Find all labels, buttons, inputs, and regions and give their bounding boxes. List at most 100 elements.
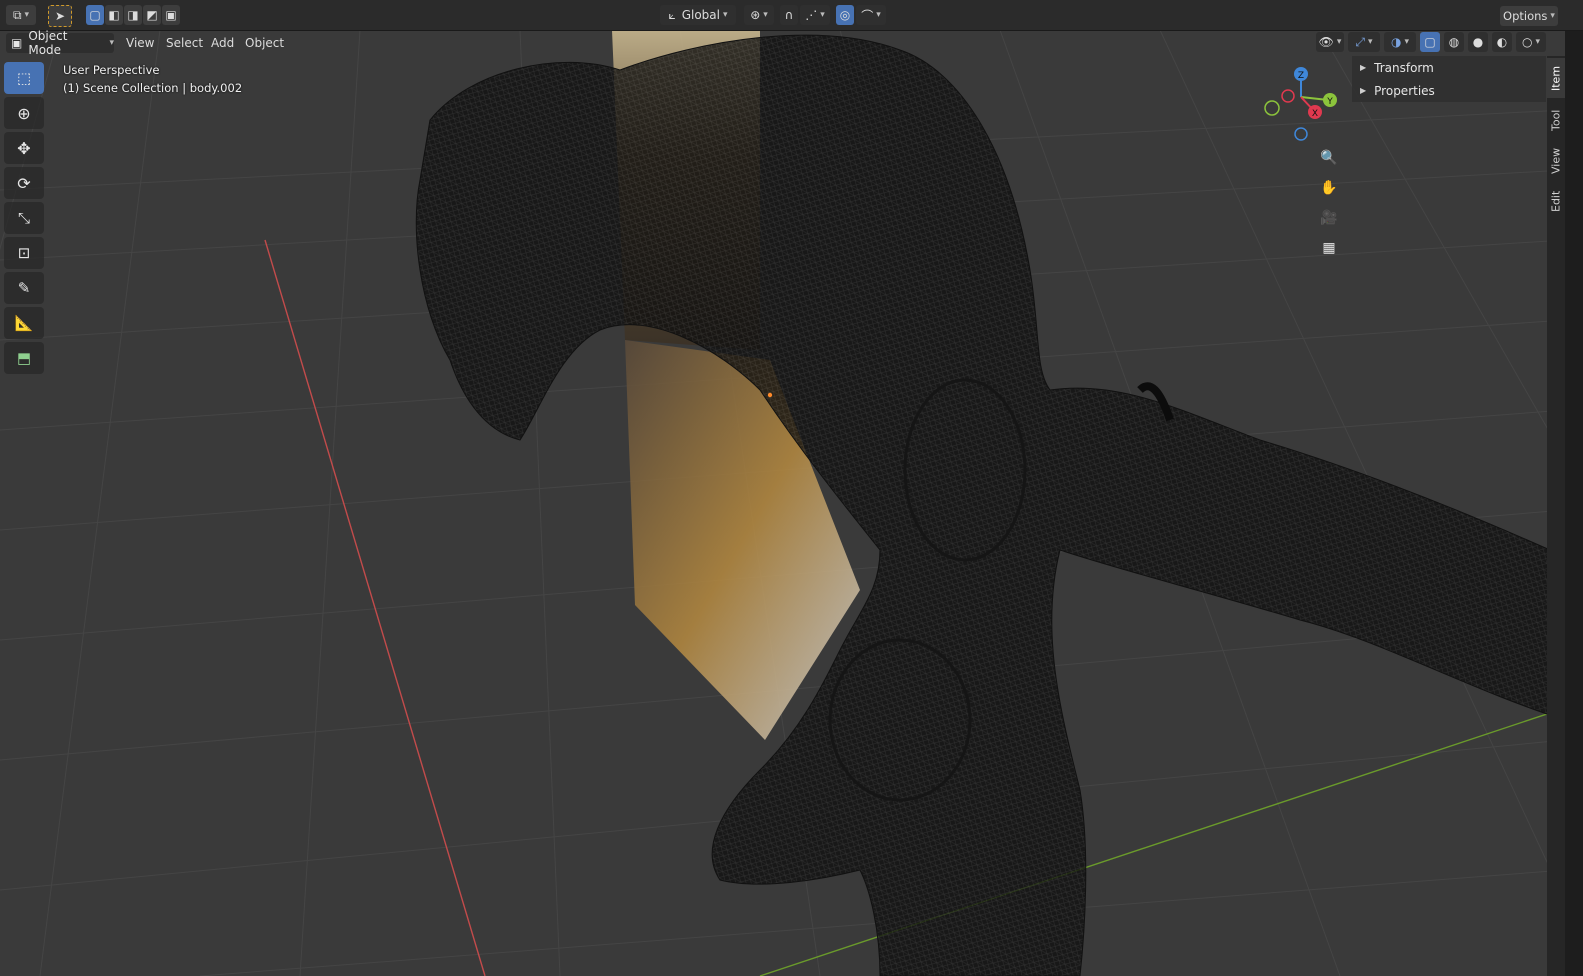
proportional-edit-toggle[interactable]: ◎	[836, 5, 854, 25]
select-box-icon: ⬚	[16, 69, 32, 87]
editor-type-icon: ⧉	[12, 7, 22, 22]
ruler-icon: 📐	[14, 314, 34, 332]
sidebar-tabs: Item Tool View Edit	[1547, 56, 1565, 976]
viewport-scene	[0, 30, 1565, 976]
menu-object[interactable]: Object	[239, 34, 290, 52]
camera-icon: 🎥	[1320, 210, 1338, 226]
sidebar-panel: ▶ Transform ▶ Properties	[1352, 56, 1546, 102]
grid-perspective-icon: ▦	[1322, 240, 1336, 256]
tab-view[interactable]: View	[1547, 142, 1565, 180]
pivot-point-dropdown[interactable]: ⊛ ▾	[744, 5, 774, 25]
solid-shading-icon: ●	[1472, 35, 1484, 49]
pivot-icon: ⊛	[750, 8, 761, 22]
rendered-shading-icon: ○	[1521, 35, 1533, 49]
select-tool-button[interactable]: ➤	[48, 5, 72, 27]
scale-tool[interactable]: ⤡	[4, 202, 44, 234]
options-label: Options	[1503, 9, 1548, 23]
overlays-icon: ◑	[1390, 35, 1402, 49]
shading-rendered-button[interactable]: ○ ▾	[1516, 32, 1546, 52]
pencil-icon: ✎	[17, 279, 31, 297]
object-mode-icon: ▣	[11, 36, 23, 50]
eye-icon: 👁	[1318, 35, 1334, 49]
3d-viewport[interactable]	[0, 30, 1565, 976]
select-extend-mode-button[interactable]: ◧	[105, 5, 123, 25]
select-invert-mode-button[interactable]: ◩	[143, 5, 161, 25]
tool-settings-bar: ⧉ ▾ ➤ ▢ ◧ ◨ ◩ ▣ ⟀ Global ▾ ⊛ ▾ ∩ ⋰ ▾ ◎ ⌒ ▾ Op…	[0, 0, 1583, 31]
mode-subtract-icon: ◨	[127, 8, 139, 22]
options-dropdown[interactable]: Options ▾	[1500, 6, 1558, 26]
move-tool[interactable]: ✥	[4, 132, 44, 164]
transform-orientation-dropdown[interactable]: ⟀ Global ▾	[660, 5, 736, 25]
tab-item[interactable]: Item	[1547, 58, 1565, 98]
select-subtract-mode-button[interactable]: ◨	[124, 5, 142, 25]
expand-triangle-icon: ▶	[1360, 63, 1367, 72]
snap-target-dropdown[interactable]: ⋰ ▾	[800, 5, 830, 25]
xray-toggle[interactable]: ▢	[1420, 32, 1440, 52]
falloff-dropdown[interactable]: ⌒ ▾	[856, 5, 886, 25]
mode-new-icon: ▢	[89, 8, 101, 22]
perspective-toggle-button[interactable]: ▦	[1317, 236, 1341, 260]
gizmo-z-label: Z	[1298, 71, 1304, 81]
menu-select[interactable]: Select	[160, 34, 209, 52]
perspective-label: User Perspective	[63, 63, 160, 77]
visibility-dropdown[interactable]: 👁 ▾	[1316, 32, 1344, 52]
add-cube-tool[interactable]: ⬒	[4, 342, 44, 374]
navigation-gizmo[interactable]: Z Y X	[1258, 62, 1348, 152]
editor-type-button[interactable]: ⧉ ▾	[6, 5, 36, 25]
proportional-edit-icon: ◎	[839, 8, 851, 22]
scale-icon: ⤡	[17, 209, 30, 227]
transform-panel-label: Transform	[1374, 60, 1434, 75]
tab-edit[interactable]: Edit	[1547, 184, 1565, 218]
xray-icon: ▢	[1424, 35, 1436, 49]
rotate-tool[interactable]: ⟳	[4, 167, 44, 199]
pan-button[interactable]: ✋	[1317, 176, 1341, 200]
menu-view[interactable]: View	[120, 34, 160, 52]
neg-z-handle	[1294, 127, 1308, 141]
transform-tool[interactable]: ⊡	[4, 237, 44, 269]
overlays-toggle[interactable]: ◑ ▾	[1384, 32, 1416, 52]
cursor-tool[interactable]: ⊕	[4, 97, 44, 129]
properties-panel-header[interactable]: ▶ Properties	[1352, 79, 1546, 102]
mode-extend-icon: ◧	[108, 8, 120, 22]
shading-material-button[interactable]: ◐	[1492, 32, 1512, 52]
cube-add-icon: ⬒	[16, 349, 32, 367]
cursor-crosshair-icon: ⊕	[17, 103, 31, 123]
tab-tool[interactable]: Tool	[1547, 102, 1565, 138]
orientation-icon: ⟀	[668, 7, 676, 22]
hand-icon: ✋	[1320, 180, 1338, 196]
tool-shelf: ⬚ ⊕ ✥ ⟳ ⤡ ⊡ ✎ 📐 ⬒	[4, 62, 48, 377]
gizmo-icon: ⤢	[1355, 34, 1366, 49]
expand-triangle-icon: ▶	[1360, 86, 1367, 95]
shading-wireframe-button[interactable]: ◍	[1444, 32, 1464, 52]
annotate-tool[interactable]: ✎	[4, 272, 44, 304]
transform-panel-header[interactable]: ▶ Transform	[1352, 56, 1546, 79]
object-mode-dropdown[interactable]: ▣ Object Mode ▾	[6, 29, 114, 57]
cursor-arrow-icon: ➤	[54, 9, 66, 23]
wireframe-shading-icon: ◍	[1448, 35, 1460, 49]
magnet-icon: ∩	[784, 8, 794, 22]
camera-view-button[interactable]: 🎥	[1317, 206, 1341, 230]
move-arrows-icon: ✥	[17, 138, 31, 158]
collection-label: (1) Scene Collection | body.002	[63, 81, 243, 95]
select-intersect-mode-button[interactable]: ▣	[162, 5, 180, 25]
material-shading-icon: ◐	[1496, 35, 1508, 49]
transform-orientation-label: Global	[681, 8, 720, 22]
rotate-icon: ⟳	[17, 173, 31, 193]
measure-tool[interactable]: 📐	[4, 307, 44, 339]
snap-toggle[interactable]: ∩	[780, 5, 798, 25]
magnifier-icon: 🔍	[1320, 150, 1338, 166]
neg-y-handle	[1264, 100, 1280, 116]
creature-wireframe	[415, 34, 1565, 976]
object-mode-label: Object Mode	[28, 29, 68, 57]
menu-add[interactable]: Add	[205, 34, 240, 52]
gizmo-y-label: Y	[1326, 97, 1333, 107]
transform-icon: ⊡	[17, 244, 31, 262]
mode-invert-icon: ◩	[146, 8, 158, 22]
gizmo-toggle[interactable]: ⤢ ▾	[1348, 32, 1380, 52]
select-new-mode-button[interactable]: ▢	[86, 5, 104, 25]
neg-x-handle	[1281, 89, 1295, 103]
zoom-button[interactable]: 🔍	[1317, 146, 1341, 170]
mode-intersect-icon: ▣	[165, 8, 177, 22]
select-box-tool[interactable]: ⬚	[4, 62, 44, 94]
shading-solid-button[interactable]: ●	[1468, 32, 1488, 52]
